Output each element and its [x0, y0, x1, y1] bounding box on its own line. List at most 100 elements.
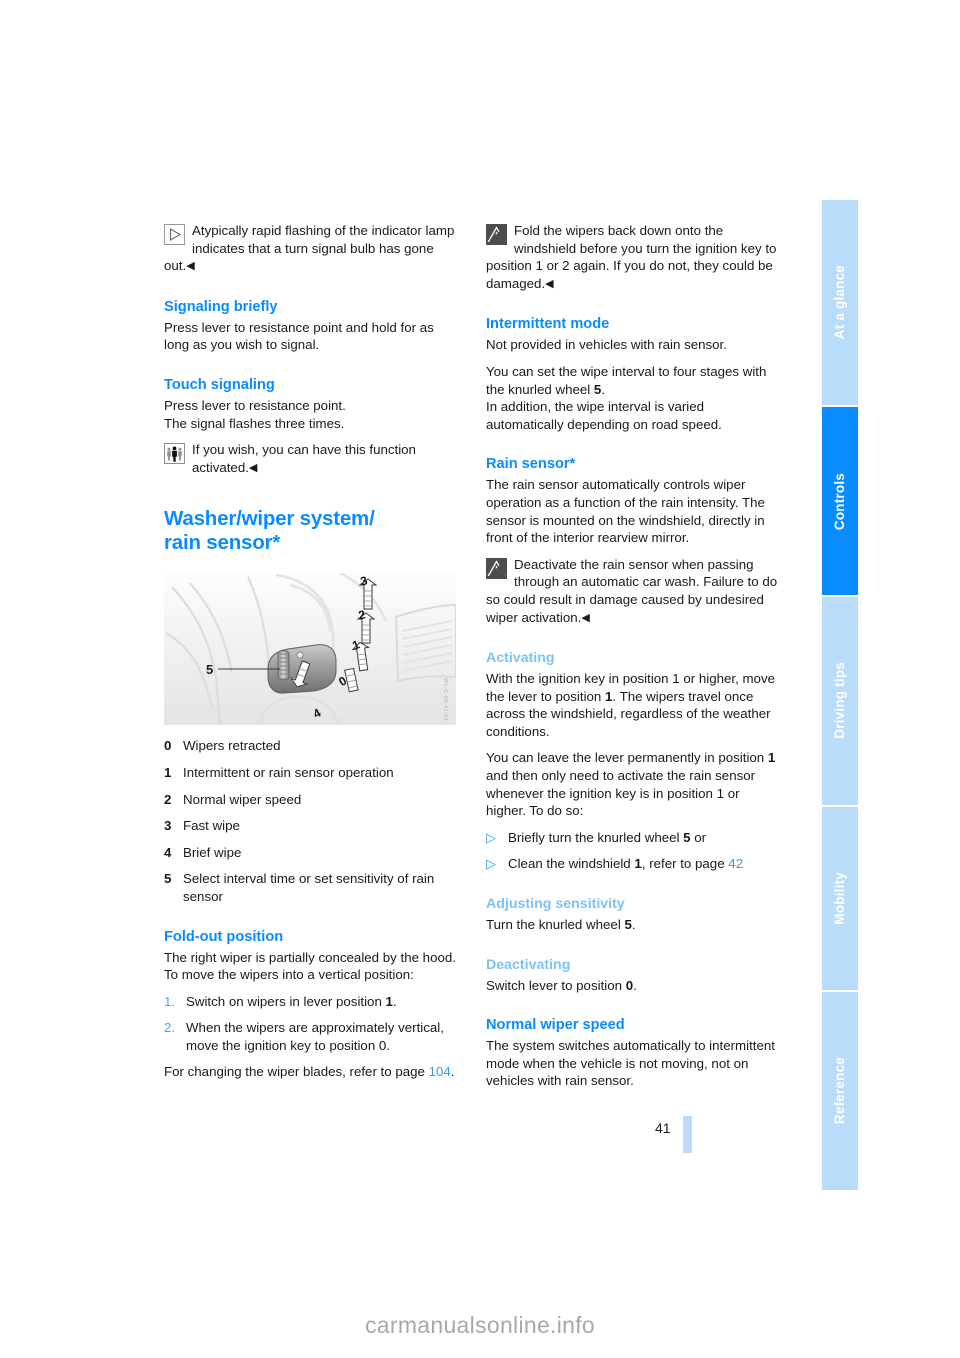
note-text: Fold the wipers back down onto the winds…	[486, 223, 777, 291]
text-intermittent-2: You can set the wipe interval to four st…	[486, 363, 778, 398]
text-post: or	[690, 829, 707, 845]
warning-triangle-icon	[486, 224, 507, 245]
legend-row: 4 Brief wipe	[164, 844, 456, 862]
text-pre: Turn the knurled wheel	[486, 917, 625, 933]
page-title-line2: rain sensor*	[164, 531, 281, 555]
text-activating-2: You can leave the lever permanently in p…	[486, 749, 778, 819]
step-text-bold: 1	[385, 993, 393, 1009]
watermark: carmanualsonline.info	[364, 1312, 596, 1338]
ref-text-post: .	[450, 1064, 455, 1080]
legend-number: 0	[164, 738, 172, 754]
note-text: Deactivate the rain sensor when passing …	[486, 556, 778, 625]
tab-label: Reference	[832, 1057, 848, 1125]
activating-bullets: ▷ Briefly turn the knurled wheel 5 or ▷ …	[486, 829, 778, 873]
legend-number: 2	[164, 791, 172, 807]
page-link-42[interactable]: 42	[728, 856, 743, 871]
note-endmark: ◀	[581, 611, 590, 624]
legend-number: 3	[164, 818, 172, 834]
hint-triangle-icon	[164, 224, 185, 245]
text-post: .	[631, 917, 636, 933]
text-bold: 1	[634, 856, 642, 872]
legend-text: Wipers retracted	[183, 738, 281, 754]
tab-label: At a glance	[832, 265, 848, 340]
text-pre: Switch lever to position	[486, 977, 626, 993]
text-touch-signaling-1: Press lever to resistance point.	[164, 397, 346, 413]
svg-text:5: 5	[206, 662, 213, 677]
note-text: Atypically rapid flashing of the indicat…	[164, 223, 455, 274]
tab-label: Controls	[832, 472, 848, 530]
note-endmark: ◀	[545, 277, 554, 290]
heading-activating: Activating	[486, 650, 555, 667]
step-text: Switch on wipers in lever position 1.	[186, 993, 456, 1011]
heading-intermittent-mode: Intermittent mode	[486, 316, 610, 333]
step-number: 2.	[164, 1020, 176, 1036]
text-deactivating: Switch lever to position 0.	[486, 977, 778, 995]
page-number-bar	[683, 1116, 692, 1153]
text-intermittent-3: In addition, the wipe interval is varied…	[486, 399, 722, 432]
note-indicator-lamp: Atypically rapid flashing of the indicat…	[164, 222, 456, 276]
heading-normal-wiper-speed: Normal wiper speed	[486, 1017, 625, 1034]
text-fold-out-1: The right wiper is partially concealed b…	[164, 949, 456, 965]
heading-touch-signaling: Touch signaling	[164, 376, 275, 393]
note-touch-signaling: If you wish, you can have this function …	[164, 441, 456, 477]
text-post: .	[633, 977, 637, 993]
text-post: .	[601, 381, 606, 397]
heading-adjusting-sensitivity: Adjusting sensitivity	[486, 896, 625, 913]
text-wiper-blades-ref: For changing the wiper blades, refer to …	[164, 1063, 456, 1081]
text-bold: 1	[767, 750, 776, 766]
page-title: Washer/wiper system/ rain sensor*	[164, 507, 456, 555]
bullet-triangle-icon: ▷	[486, 856, 496, 872]
tab-mobility[interactable]: Mobility	[822, 806, 858, 993]
warning-triangle-icon	[486, 557, 507, 579]
page-number: 41	[655, 1120, 671, 1136]
text-touch-signaling-2: The signal flashes three times.	[164, 415, 345, 431]
tab-label: Mobility	[832, 872, 848, 925]
text-intermittent-1: Not provided in vehicles with rain senso…	[486, 337, 727, 353]
tab-driving-tips[interactable]: Driving tips	[822, 597, 858, 807]
step-number: 1.	[164, 993, 176, 1009]
note-text: If you wish, you can have this function …	[192, 442, 416, 475]
text-rain-sensor: The rain sensor automatically controls w…	[486, 477, 765, 546]
legend-row: 3 Fast wipe	[164, 817, 456, 835]
tab-at-a-glance[interactable]: At a glance	[822, 200, 858, 408]
heading-deactivating: Deactivating	[486, 956, 571, 973]
legend-text: Select interval time or set sensitivity …	[183, 871, 435, 904]
text-bold: 5	[624, 917, 632, 933]
page-title-line1: Washer/wiper system/	[164, 507, 375, 531]
tab-controls[interactable]: Controls	[822, 407, 858, 598]
text-fold-out-2: To move the wipers into a vertical posit…	[164, 967, 414, 983]
step-text: When the wipers are approximately vertic…	[186, 1020, 444, 1053]
text-post: and then only need to activate the rain …	[486, 768, 756, 819]
legend-number: 4	[164, 844, 172, 860]
note-endmark: ◀	[186, 260, 195, 273]
ref-text-pre: For changing the wiper blades, refer to …	[164, 1064, 429, 1080]
legend-row: 5 Select interval time or set sensitivit…	[164, 870, 456, 905]
section-tabstrip: At a glance Controls Driving tips Mobili…	[822, 200, 858, 1191]
legend-row: 0 Wipers retracted	[164, 737, 456, 755]
bullet-text: Briefly turn the knurled wheel 5 or	[508, 829, 778, 847]
heading-rain-sensor: Rain sensor*	[486, 456, 576, 473]
step-text-post: .	[392, 993, 397, 1009]
figure-code: WL-C-05-41-01	[442, 678, 448, 722]
bullet-row: ▷ Clean the windshield 1, refer to page …	[486, 855, 778, 873]
legend-row: 1 Intermittent or rain sensor operation	[164, 764, 456, 782]
note-fold-wipers-warning: Fold the wipers back down onto the winds…	[486, 222, 778, 293]
legend-number: 5	[164, 871, 172, 887]
page-link-104[interactable]: 104	[429, 1064, 451, 1079]
text-bold: 5	[683, 829, 691, 845]
wiper-position-legend: 0 Wipers retracted 1 Intermittent or rai…	[164, 737, 456, 905]
fold-out-steps: 1. Switch on wipers in lever position 1.…	[164, 993, 456, 1055]
tab-reference[interactable]: Reference	[822, 992, 858, 1191]
step-row: 1. Switch on wipers in lever position 1.	[164, 993, 456, 1011]
legend-text: Normal wiper speed	[183, 791, 302, 807]
legend-number: 1	[164, 764, 172, 780]
text-adjusting: Turn the knurled wheel 5.	[486, 916, 778, 934]
manual-page: At a glance Controls Driving tips Mobili…	[0, 0, 960, 1358]
text-pre: Clean the windshield	[508, 856, 635, 872]
heading-fold-out-position: Fold-out position	[164, 928, 284, 945]
bullet-row: ▷ Briefly turn the knurled wheel 5 or	[486, 829, 778, 847]
text-normal-wiper-speed: The system switches automatically to int…	[486, 1038, 775, 1089]
note-rain-sensor-warning: Deactivate the rain sensor when passing …	[486, 556, 778, 627]
right-column: Fold the wipers back down onto the winds…	[486, 222, 778, 1090]
text-signaling-briefly: Press lever to resistance point and hold…	[164, 319, 434, 353]
